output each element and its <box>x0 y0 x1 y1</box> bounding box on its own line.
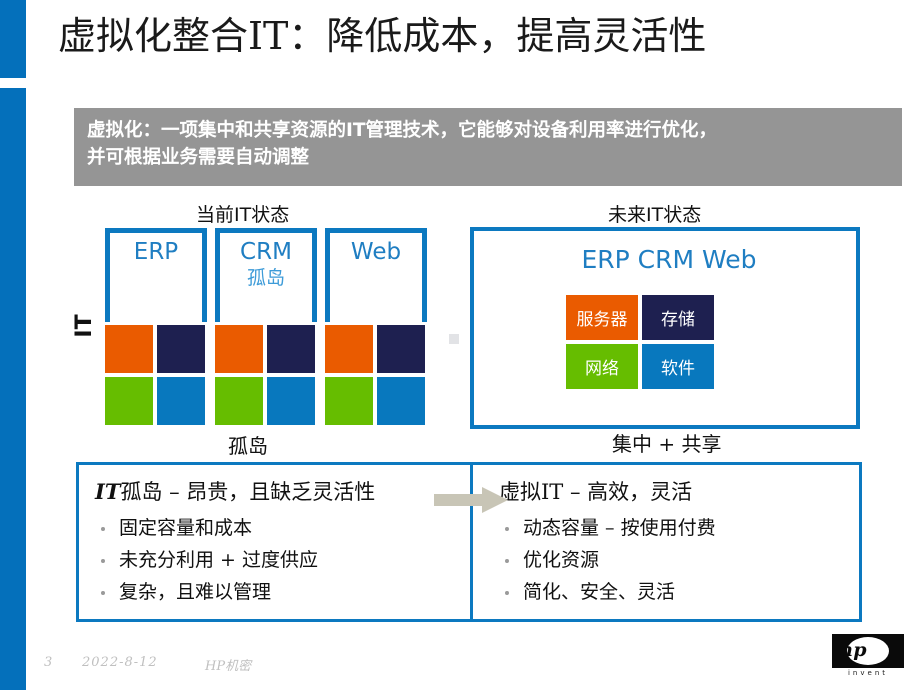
silo-erp[interactable]: ERP <box>105 228 207 428</box>
heading-emphasis: 虚拟IT <box>499 480 564 504</box>
future-state-panel[interactable]: ERP CRM Web 服务器 存储 网络 软件 <box>470 227 860 429</box>
silo-label: ERP <box>133 239 179 265</box>
tile-software <box>377 377 425 425</box>
hp-wordmark: hp <box>839 639 867 661</box>
list-item: 优化资源 <box>501 544 859 576</box>
accent-bar-bottom <box>0 88 26 690</box>
list-item: 未充分利用 + 过度供应 <box>97 544 475 576</box>
comparison-box-future[interactable]: 虚拟IT – 高效，灵活 动态容量 – 按使用付费 优化资源 简化、安全、灵活 <box>470 462 862 622</box>
slide-canvas: 虚拟化整合IT：降低成本，提高灵活性 虚拟化：一项集中和共享资源的IT管理技术，… <box>0 0 920 690</box>
shared-resource-grid: 服务器 存储 网络 软件 <box>566 295 718 395</box>
banner-line-2: 并可根据业务需要自动调整 <box>87 147 310 168</box>
tile-server <box>215 325 263 373</box>
tile-server <box>325 325 373 373</box>
footer-confidential: HP机密 <box>205 659 252 674</box>
page-title: 虚拟化整合IT：降低成本，提高灵活性 <box>58 14 707 58</box>
right-arrow-icon <box>434 487 508 513</box>
current-state-bottom-label: 孤岛 <box>228 434 268 458</box>
current-state-caption: 当前IT状态 <box>196 204 290 226</box>
silo-group: ERP CRM 孤岛 Web <box>105 228 427 428</box>
future-apps-label: ERP CRM Web <box>581 245 757 274</box>
tile-software <box>157 377 205 425</box>
separator-dot <box>449 334 459 344</box>
silo-crm[interactable]: CRM 孤岛 <box>215 228 317 428</box>
list-item: 固定容量和成本 <box>97 512 475 544</box>
future-state-caption: 未来IT状态 <box>608 204 702 226</box>
silo-bracket: Web <box>325 228 427 322</box>
footer-date: 2022-8-12 <box>82 655 158 670</box>
silo-label: CRM <box>240 239 292 265</box>
resource-tile-server: 服务器 <box>566 295 638 340</box>
resource-tile-software: 软件 <box>642 344 714 389</box>
tile-storage <box>267 325 315 373</box>
silo-tile-grid <box>105 325 207 428</box>
banner-line-1: 虚拟化：一项集中和共享资源的IT管理技术，它能够对设备利用率进行优化， <box>87 120 718 141</box>
definition-banner: 虚拟化：一项集中和共享资源的IT管理技术，它能够对设备利用率进行优化， 并可根据… <box>74 108 902 186</box>
silo-tile-grid <box>215 325 317 428</box>
accent-bar-top <box>0 0 26 78</box>
resource-tile-network: 网络 <box>566 344 638 389</box>
list-item: 动态容量 – 按使用付费 <box>501 512 859 544</box>
silo-sublabel: 孤岛 <box>246 267 285 289</box>
comparison-box-current[interactable]: IT孤岛 – 昂贵，且缺乏灵活性 固定容量和成本 未充分利用 + 过度供应 复杂… <box>76 462 478 622</box>
comparison-bullets-current: 固定容量和成本 未充分利用 + 过度供应 复杂，且难以管理 <box>79 506 475 608</box>
silo-web[interactable]: Web <box>325 228 427 428</box>
future-state-bottom-label: 集中 + 共享 <box>612 432 722 456</box>
heading-emphasis: IT <box>95 479 121 504</box>
silo-bracket: CRM 孤岛 <box>215 228 317 322</box>
list-item: 复杂，且难以管理 <box>97 576 475 608</box>
resource-tile-storage: 存储 <box>642 295 714 340</box>
tile-storage <box>157 325 205 373</box>
tile-network <box>215 377 263 425</box>
tile-software <box>267 377 315 425</box>
hp-tagline: invent <box>847 669 888 677</box>
hp-logo-box: hp <box>832 634 904 668</box>
heading-rest: 孤岛 – 昂贵，且缺乏灵活性 <box>120 480 376 504</box>
tile-server <box>105 325 153 373</box>
it-axis-label: IT <box>71 314 97 338</box>
tile-storage <box>377 325 425 373</box>
silo-tile-grid <box>325 325 427 428</box>
footer-page-number: 3 <box>44 655 53 670</box>
silo-label: Web <box>350 239 402 265</box>
silo-bracket: ERP <box>105 228 207 322</box>
comparison-heading-current: IT孤岛 – 昂贵，且缺乏灵活性 <box>79 465 475 506</box>
heading-rest: – 高效，灵活 <box>563 480 693 504</box>
hp-logo: hp invent <box>832 634 904 682</box>
comparison-heading-future: 虚拟IT – 高效，灵活 <box>473 465 859 506</box>
tile-network <box>325 377 373 425</box>
comparison-bullets-future: 动态容量 – 按使用付费 优化资源 简化、安全、灵活 <box>473 506 859 608</box>
tile-network <box>105 377 153 425</box>
list-item: 简化、安全、灵活 <box>501 576 859 608</box>
